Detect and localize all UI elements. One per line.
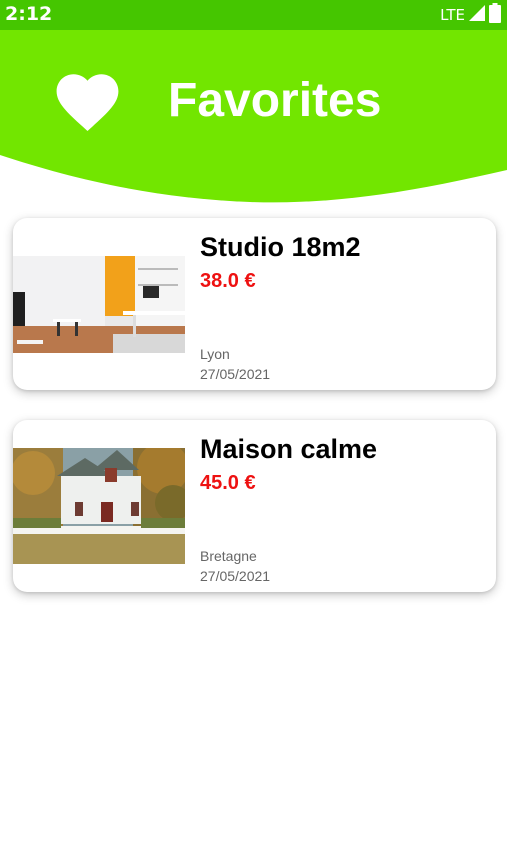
status-icons: LTE: [440, 2, 501, 28]
heart-icon: [50, 65, 125, 138]
listing-date: 27/05/2021: [200, 568, 271, 584]
battery-icon: [489, 2, 501, 28]
status-time: 2:12: [5, 3, 53, 25]
signal-icon: [469, 4, 485, 26]
favorite-card[interactable]: Studio 18m2 38.0 € Lyon 27/05/2021: [13, 218, 496, 390]
listing-title: Maison calme: [200, 434, 378, 464]
favorites-header: Favorites: [0, 30, 507, 205]
listing-city: Bretagne: [200, 548, 257, 564]
listing-photo: [13, 448, 185, 564]
status-bar: 2:12 LTE: [0, 0, 507, 30]
listing-city: Lyon: [200, 346, 230, 362]
listing-date: 27/05/2021: [200, 366, 271, 382]
network-type-label: LTE: [440, 6, 465, 24]
listing-price: 38.0 €: [200, 270, 256, 292]
page-title: Favorites: [168, 74, 382, 127]
listing-photo: [13, 256, 185, 353]
favorite-card[interactable]: Maison calme 45.0 € Bretagne 27/05/2021: [13, 420, 496, 592]
listing-price: 45.0 €: [200, 472, 256, 494]
listing-title: Studio 18m2: [200, 232, 361, 262]
